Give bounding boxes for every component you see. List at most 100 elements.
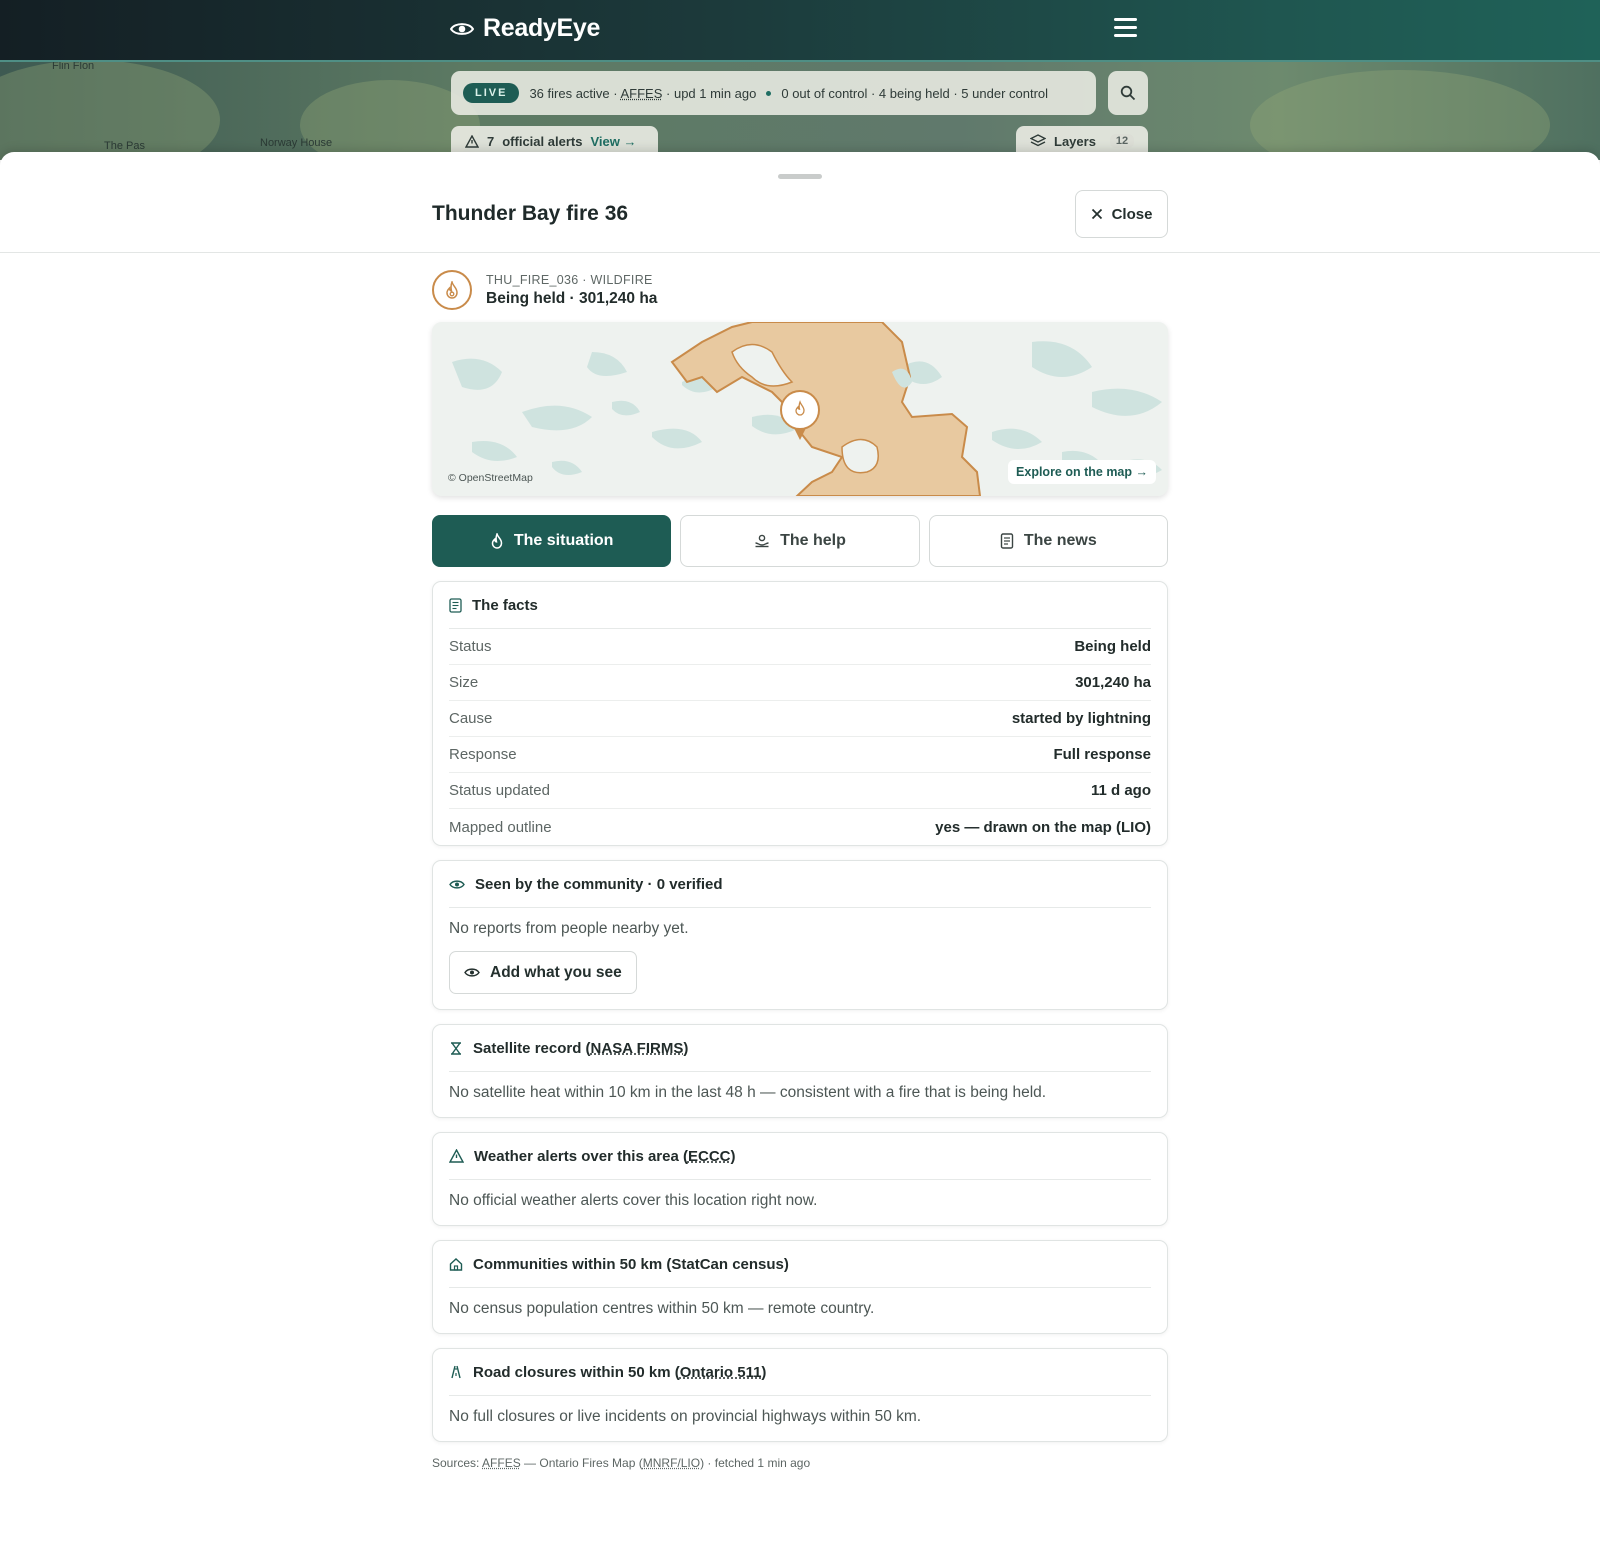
fact-value: 11 d ago: [1090, 782, 1151, 799]
warning-icon: [465, 134, 479, 148]
eye-icon: [449, 879, 465, 890]
top-navigation-bar: ReadyEye: [0, 0, 1600, 62]
fact-row: Response Full response: [449, 737, 1151, 773]
eye-icon: [450, 21, 474, 37]
fact-key: Mapped outline: [449, 818, 552, 836]
card-title-part: ): [761, 1363, 767, 1381]
fact-row: Status updated 11 d ago: [449, 773, 1151, 809]
card-title: Communities within 50 km (StatCan census…: [473, 1255, 789, 1273]
search-button[interactable]: [1108, 71, 1148, 115]
community-empty-text: No reports from people nearby yet.: [449, 920, 689, 937]
tab-situation[interactable]: The situation: [432, 515, 672, 567]
communities-card: Communities within 50 km (StatCan census…: [432, 1240, 1168, 1334]
card-title: Road closures within 50 km (Ontario 511): [473, 1364, 766, 1381]
card-title-part: Weather alerts over this area (: [474, 1147, 688, 1165]
add-report-button[interactable]: Add what you see: [449, 951, 637, 994]
map-place-label: The Pas: [104, 140, 145, 152]
flame-icon: [444, 281, 460, 299]
eye-icon: [464, 967, 480, 978]
fire-badge: [432, 270, 472, 310]
warning-icon: [449, 1149, 464, 1163]
tab-label: The situation: [513, 532, 614, 549]
fact-row: Cause started by lightning: [449, 701, 1151, 737]
fact-value: 301,240 ha: [1075, 674, 1151, 691]
search-icon: [1120, 85, 1136, 101]
map-place-label: Norway House: [260, 137, 333, 149]
map-attribution[interactable]: © OpenStreetMap: [448, 472, 533, 484]
sources-footnote: Sources: AFFES — Ontario Fires Map (MNRF…: [432, 1456, 1168, 1470]
hamburger-icon[interactable]: [1112, 18, 1140, 42]
card-header: Seen by the community · 0 verified: [449, 861, 1151, 908]
card-body: No satellite heat within 10 km in the la…: [449, 1084, 1047, 1101]
card-header: Road closures within 50 km (Ontario 511): [449, 1349, 1151, 1396]
updated-text: · upd 1 min ago: [662, 85, 757, 101]
layers-label: Layers: [1054, 133, 1096, 149]
card-body: No census population centres within 50 k…: [449, 1300, 875, 1317]
community-card: Seen by the community · 0 verified No re…: [432, 860, 1168, 1010]
live-status-bar[interactable]: LIVE 36 fires active · AFFES · upd 1 min…: [451, 71, 1096, 115]
detail-tabs: The situation The help The news: [432, 515, 1168, 567]
road-closures-card: Road closures within 50 km (Ontario 511)…: [432, 1348, 1168, 1442]
fire-identity: THU_FIRE_036 · WILDFIRE Being held · 301…: [432, 270, 1168, 310]
layers-count: 12: [1109, 134, 1135, 148]
card-title-part: ): [730, 1147, 736, 1165]
sources-part: — Ontario Fires Map (: [520, 1456, 643, 1470]
source-abbr[interactable]: AFFES: [482, 1456, 521, 1470]
control-summary: 0 out of control · 4 being held · 5 unde…: [781, 85, 1049, 101]
fact-key: Cause: [449, 710, 493, 727]
close-button[interactable]: Close: [1075, 190, 1168, 238]
fact-key: Status updated: [449, 782, 550, 799]
fact-key: Response: [449, 746, 517, 763]
unburned-island: [841, 438, 879, 474]
fire-detail-sheet: Thunder Bay fire 36 Close THU_FIRE_036 ·…: [0, 152, 1600, 1544]
card-header: Satellite record (NASA FIRMS): [449, 1025, 1151, 1072]
fact-value: started by lightning: [1011, 710, 1151, 727]
agency-abbr[interactable]: AFFES: [621, 86, 663, 101]
sheet-header: Thunder Bay fire 36 Close: [0, 190, 1600, 253]
satellite-icon: [449, 1041, 463, 1056]
separator-dot: [766, 90, 772, 96]
sources-part: Sources:: [432, 1456, 483, 1470]
close-label: Close: [1111, 205, 1153, 223]
view-alerts-link[interactable]: View →: [590, 134, 636, 149]
card-header: Communities within 50 km (StatCan census…: [449, 1241, 1151, 1288]
helping-hand-icon: [754, 533, 770, 549]
card-header: The facts: [449, 582, 1151, 629]
flame-icon: [490, 533, 504, 549]
brand[interactable]: ReadyEye: [450, 14, 600, 43]
sources-part: ) · fetched 1 min ago: [700, 1456, 811, 1470]
brand-name: ReadyEye: [483, 14, 601, 42]
fires-status-text: 36 fires active · AFFES · upd 1 min ago: [529, 86, 756, 101]
fact-value: Being held: [1074, 638, 1151, 655]
tab-news[interactable]: The news: [928, 515, 1168, 567]
card-title-part: Road closures within 50 km (: [473, 1363, 680, 1381]
document-icon: [449, 597, 462, 613]
road-icon: [449, 1365, 463, 1379]
card-title: Weather alerts over this area (ECCC): [474, 1148, 736, 1165]
tab-help[interactable]: The help: [680, 515, 920, 567]
fact-row: Size 301,240 ha: [449, 665, 1151, 701]
source-abbr[interactable]: Ontario 511: [680, 1364, 762, 1381]
fact-row: Status Being held: [449, 629, 1151, 665]
drag-handle[interactable]: [778, 174, 822, 179]
sheet-content: THU_FIRE_036 · WILDFIRE Being held · 301…: [432, 270, 1168, 1470]
alerts-count: 7: [487, 133, 495, 149]
fact-row: Mapped outline yes — drawn on the map (LI…: [449, 809, 1151, 845]
source-abbr[interactable]: MNRF/LIO: [643, 1456, 700, 1470]
fact-value: Full response: [1053, 746, 1151, 763]
facts-list: Status Being held Size 301,240 ha Cause sta…: [449, 629, 1151, 845]
home-icon: [449, 1257, 463, 1271]
fires-active-text: 36 fires active ·: [529, 85, 621, 101]
card-title: Satellite record (NASA FIRMS): [473, 1040, 688, 1057]
fact-key: Size: [449, 674, 479, 691]
source-abbr[interactable]: NASA FIRMS: [591, 1040, 684, 1057]
explore-map-link[interactable]: Explore on the map →: [1008, 460, 1156, 484]
card-title-part: Satellite record (: [473, 1039, 591, 1057]
card-body: No reports from people nearby yet. Add w…: [449, 908, 1151, 1009]
fire-minimap[interactable]: © OpenStreetMap Explore on the map →: [432, 322, 1168, 496]
source-abbr[interactable]: ECCC: [688, 1148, 731, 1165]
close-icon: [1091, 208, 1103, 220]
card-body: No full closures or live incidents on pr…: [449, 1408, 922, 1425]
card-title-part: ): [683, 1039, 689, 1057]
card-title: Seen by the community · 0 verified: [475, 875, 723, 893]
